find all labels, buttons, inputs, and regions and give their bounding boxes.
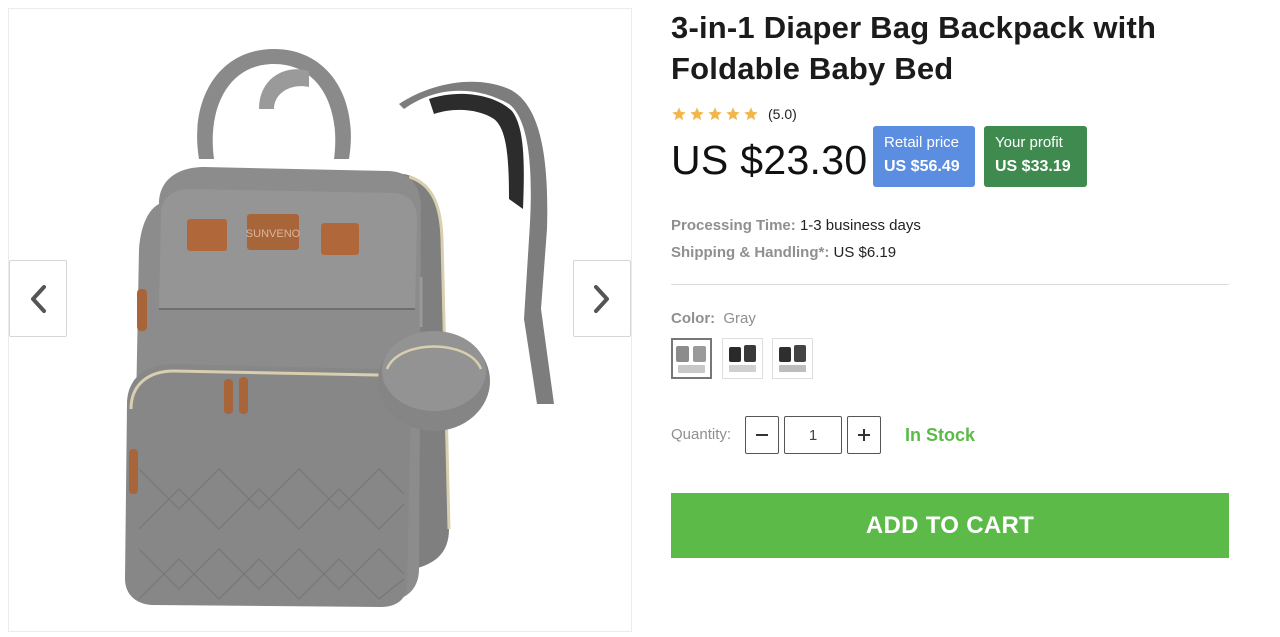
processing-time: Processing Time: 1-3 business days	[671, 217, 921, 234]
star-icon	[672, 107, 686, 121]
quantity-decrease-button[interactable]	[745, 416, 779, 454]
product-price: US $23.30	[671, 137, 868, 183]
shipping-value: US $6.19	[833, 244, 897, 261]
divider	[671, 284, 1229, 285]
color-selector-label: Color: Gray	[671, 310, 756, 327]
profit-label: Your profit	[995, 134, 1063, 151]
product-image: SUNVENO	[125, 49, 554, 607]
swatch-thumbnail	[779, 345, 806, 372]
profit-value: US $33.19	[995, 158, 1071, 175]
color-selected-value: Gray	[723, 310, 756, 327]
profit-box: Your profit US $33.19	[984, 126, 1087, 187]
stock-status: In Stock	[905, 425, 976, 445]
color-swatch-black[interactable]	[722, 338, 763, 379]
color-swatch-gray[interactable]	[671, 338, 712, 379]
shipping-label: Shipping & Handling*:	[671, 244, 830, 261]
rating-value: (5.0)	[768, 106, 797, 122]
quantity-input[interactable]	[784, 416, 842, 454]
product-title: 3-in-1 Diaper Bag Backpack with Foldable…	[671, 10, 1157, 86]
star-icon	[690, 107, 704, 121]
retail-price-label: Retail price	[884, 134, 960, 151]
color-swatch-black-gray[interactable]	[772, 338, 813, 379]
product-gallery: SUNVENO	[8, 8, 632, 632]
previous-image-button[interactable]	[9, 260, 67, 337]
shipping-cost: Shipping & Handling*: US $6.19	[671, 244, 896, 261]
plus-icon	[858, 429, 870, 441]
star-icon	[726, 107, 740, 121]
quantity-increase-button[interactable]	[847, 416, 881, 454]
chevron-left-icon	[31, 284, 46, 313]
minus-icon	[756, 434, 768, 436]
chevron-right-icon	[594, 284, 609, 313]
retail-price-box: Retail price US $56.49	[873, 126, 975, 187]
star-icon	[744, 107, 758, 121]
processing-time-label: Processing Time:	[671, 217, 796, 234]
star-icon	[708, 107, 722, 121]
svg-text:SUNVENO: SUNVENO	[246, 228, 301, 240]
processing-time-value: 1-3 business days	[799, 217, 921, 234]
swatch-thumbnail	[729, 345, 756, 372]
quantity-label: Quantity:	[671, 426, 732, 443]
next-image-button[interactable]	[573, 260, 631, 337]
add-to-cart-button[interactable]: ADD TO CART	[671, 493, 1229, 558]
product-rating: (5.0)	[671, 106, 797, 122]
swatch-thumbnail	[676, 346, 706, 373]
retail-price-value: US $56.49	[884, 158, 960, 175]
rating-stars	[671, 106, 759, 122]
color-label: Color:	[671, 310, 716, 327]
